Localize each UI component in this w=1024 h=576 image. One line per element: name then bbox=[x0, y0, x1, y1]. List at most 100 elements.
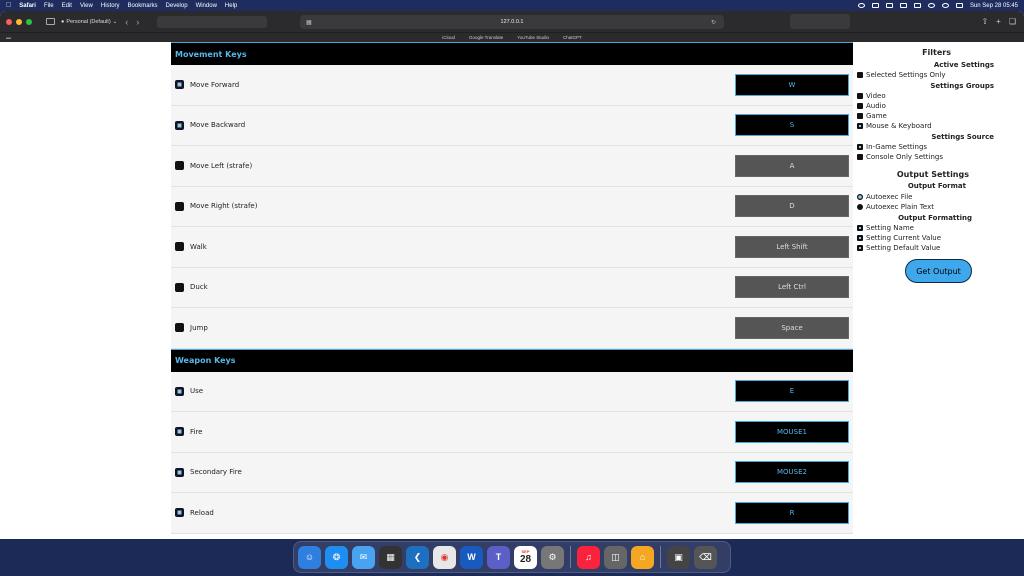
keybind-key-input[interactable]: Left Ctrl bbox=[735, 276, 849, 299]
filter-selected-only[interactable]: Selected Settings Only bbox=[857, 71, 946, 79]
keybind-key-input[interactable]: R bbox=[735, 501, 849, 524]
menu-help[interactable]: Help bbox=[225, 3, 237, 9]
keybind-checkbox[interactable] bbox=[175, 120, 184, 130]
keybind-checkbox[interactable] bbox=[175, 427, 184, 437]
background-tab[interactable] bbox=[157, 15, 268, 28]
favorite-icloud[interactable]: iCloud bbox=[442, 35, 455, 40]
keybind-checkbox[interactable] bbox=[175, 323, 184, 333]
profile-selector[interactable]: ● Personal (Default) ⌄ bbox=[61, 19, 117, 25]
reload-icon[interactable]: ↻ bbox=[711, 19, 716, 26]
word-icon[interactable]: W bbox=[460, 545, 483, 569]
favorite-google-translate[interactable]: Google Translate bbox=[469, 35, 503, 40]
checkbox[interactable] bbox=[857, 154, 863, 160]
back-button[interactable]: ‹ bbox=[125, 17, 128, 27]
close-window-button[interactable] bbox=[6, 18, 12, 25]
keybind-key-input[interactable]: E bbox=[735, 380, 849, 403]
keybind-checkbox[interactable] bbox=[175, 467, 184, 477]
menu-history[interactable]: History bbox=[101, 3, 120, 9]
checkbox[interactable] bbox=[857, 103, 863, 109]
keybind-checkbox[interactable] bbox=[175, 80, 184, 90]
get-output-button[interactable]: Get Output bbox=[905, 259, 972, 283]
keybind-key-input[interactable]: Left Shift bbox=[735, 235, 849, 258]
forward-button[interactable]: › bbox=[136, 17, 139, 27]
checkbox[interactable] bbox=[857, 235, 863, 241]
filter-game[interactable]: Game bbox=[857, 112, 887, 120]
new-tab-icon[interactable]: + bbox=[996, 17, 1001, 26]
filter-audio[interactable]: Audio bbox=[857, 102, 886, 110]
mail-icon[interactable]: ✉ bbox=[352, 545, 375, 569]
vscode-icon[interactable]: ❮ bbox=[406, 545, 429, 569]
favorite-chatgpt[interactable]: ChatGPT bbox=[563, 35, 582, 40]
wifi-icon[interactable] bbox=[927, 3, 935, 8]
filter-setting-name[interactable]: Setting Name bbox=[857, 224, 914, 232]
radio-autoexec-file[interactable]: Autoexec File bbox=[857, 193, 912, 201]
checkbox[interactable] bbox=[857, 72, 863, 78]
control-center-icon[interactable] bbox=[955, 3, 963, 8]
launchpad-icon[interactable]: ▦ bbox=[379, 545, 402, 569]
checkbox[interactable] bbox=[857, 245, 863, 251]
keybind-checkbox[interactable] bbox=[175, 282, 184, 292]
folder-icon[interactable]: ▣ bbox=[667, 545, 690, 569]
display-icon[interactable] bbox=[885, 3, 893, 8]
keybind-key-input[interactable]: D bbox=[735, 195, 849, 218]
keybind-checkbox[interactable] bbox=[175, 242, 184, 252]
keybind-key-input[interactable]: S bbox=[735, 114, 849, 137]
keybind-key-input[interactable]: Space bbox=[735, 316, 849, 339]
filter-default-value[interactable]: Setting Default Value bbox=[857, 244, 940, 252]
background-tab-right[interactable] bbox=[790, 14, 850, 29]
bluetooth-icon[interactable] bbox=[871, 3, 879, 8]
keybind-checkbox[interactable] bbox=[175, 201, 184, 211]
chrome-icon[interactable]: ◉ bbox=[433, 545, 456, 569]
menu-window[interactable]: Window bbox=[196, 3, 217, 9]
favorite-youtube-studio[interactable]: YouTube Studio bbox=[517, 35, 549, 40]
cloud-icon[interactable] bbox=[857, 3, 865, 8]
checkbox[interactable] bbox=[857, 113, 863, 119]
filter-current-value[interactable]: Setting Current Value bbox=[857, 234, 941, 242]
minimize-window-button[interactable] bbox=[16, 18, 22, 25]
safari-icon[interactable]: ❂ bbox=[325, 545, 348, 569]
checkbox[interactable] bbox=[857, 225, 863, 231]
radio-button[interactable] bbox=[857, 194, 863, 200]
home-icon[interactable]: ⌂ bbox=[631, 545, 654, 569]
sidebar-mini-icon[interactable]: ▬ bbox=[6, 35, 11, 41]
page-menu-icon[interactable]: ▦ bbox=[306, 19, 312, 26]
radio-button[interactable] bbox=[857, 204, 863, 210]
menu-edit[interactable]: Edit bbox=[62, 3, 72, 9]
keybind-checkbox[interactable] bbox=[175, 161, 184, 171]
keybind-key-input[interactable]: MOUSE2 bbox=[735, 461, 849, 484]
calendar-tray-icon[interactable] bbox=[899, 3, 907, 8]
database-icon[interactable]: ◫ bbox=[604, 545, 627, 569]
menu-app-name[interactable]: Safari bbox=[19, 3, 36, 9]
checkbox[interactable] bbox=[857, 123, 863, 129]
music-icon[interactable]: ♫ bbox=[577, 545, 600, 569]
keybind-key-input[interactable]: A bbox=[735, 154, 849, 177]
checkbox[interactable] bbox=[857, 144, 863, 150]
menu-develop[interactable]: Develop bbox=[166, 3, 188, 9]
filter-video[interactable]: Video bbox=[857, 92, 886, 100]
keybind-key-input[interactable]: W bbox=[735, 73, 849, 96]
sidebar-toggle-icon[interactable] bbox=[46, 18, 55, 25]
menu-bookmarks[interactable]: Bookmarks bbox=[128, 3, 158, 9]
tab-overview-icon[interactable]: ❏ bbox=[1009, 17, 1016, 26]
calendar-icon[interactable]: SEP 28 bbox=[514, 545, 537, 569]
keybind-checkbox[interactable] bbox=[175, 508, 184, 518]
filter-console-only[interactable]: Console Only Settings bbox=[857, 153, 943, 161]
keybind-key-input[interactable]: MOUSE1 bbox=[735, 420, 849, 443]
radio-autoexec-plain[interactable]: Autoexec Plain Text bbox=[857, 203, 934, 211]
search-icon[interactable] bbox=[941, 3, 949, 8]
filter-mouse-keyboard[interactable]: Mouse & Keyboard bbox=[857, 122, 932, 130]
address-bar[interactable]: ▦ 127.0.0.1 ↻ bbox=[300, 15, 724, 29]
share-icon[interactable]: ⇧ bbox=[981, 17, 988, 26]
teams-icon[interactable]: T bbox=[487, 545, 510, 569]
finder-icon[interactable]: ☺ bbox=[298, 545, 321, 569]
trash-icon[interactable]: ⌫ bbox=[694, 545, 717, 569]
filter-in-game[interactable]: In-Game Settings bbox=[857, 143, 927, 151]
input-source-icon[interactable] bbox=[913, 3, 921, 8]
keybind-checkbox[interactable] bbox=[175, 386, 184, 396]
apple-menu-icon[interactable]:  bbox=[6, 2, 11, 9]
menu-file[interactable]: File bbox=[44, 3, 54, 9]
clock[interactable]: Sun Sep 28 05:45 bbox=[970, 3, 1018, 9]
system-settings-icon[interactable]: ⚙ bbox=[541, 545, 564, 569]
checkbox[interactable] bbox=[857, 93, 863, 99]
zoom-window-button[interactable] bbox=[26, 18, 32, 25]
